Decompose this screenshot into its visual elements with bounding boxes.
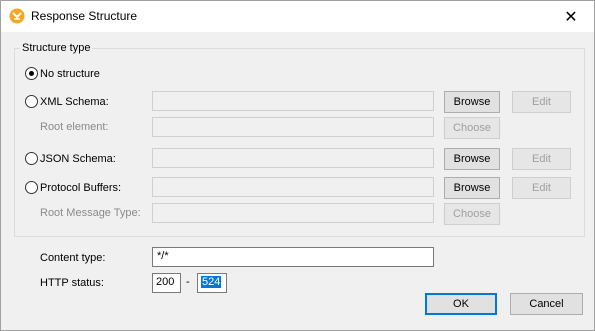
root-element-choose-button[interactable]: Choose <box>444 117 500 139</box>
radio-protocol-buffers[interactable]: Protocol Buffers: <box>25 181 121 194</box>
window-title: Response Structure <box>31 9 138 23</box>
http-status-separator: - <box>186 276 190 288</box>
root-element-label: Root element: <box>40 121 109 133</box>
radio-label: No structure <box>40 67 100 80</box>
http-status-to-value: 524 <box>201 276 222 288</box>
cancel-button[interactable]: Cancel <box>510 293 583 315</box>
protobuf-browse-button[interactable]: Browse <box>444 177 500 199</box>
protobuf-path-field <box>152 177 434 197</box>
radio-label: Protocol Buffers: <box>40 181 122 194</box>
json-browse-button[interactable]: Browse <box>444 148 500 170</box>
content-type-input[interactable]: */* <box>152 247 434 267</box>
json-schema-path-field <box>152 148 434 168</box>
root-message-type-label: Root Message Type: <box>40 207 141 219</box>
radio-button-icon[interactable] <box>25 95 38 108</box>
radio-button-icon[interactable] <box>25 67 38 80</box>
altova-app-icon <box>9 8 25 24</box>
xml-browse-button[interactable]: Browse <box>444 91 500 113</box>
root-element-field <box>152 117 434 137</box>
close-icon[interactable]: ✕ <box>548 1 594 32</box>
title-bar: Response Structure ✕ <box>1 1 594 32</box>
http-status-from-input[interactable]: 200 <box>152 273 181 293</box>
radio-json-schema[interactable]: JSON Schema: <box>25 152 116 165</box>
xml-edit-button[interactable]: Edit <box>512 91 571 113</box>
radio-xml-schema[interactable]: XML Schema: <box>25 95 109 108</box>
radio-label: JSON Schema: <box>40 152 116 165</box>
http-status-to-input[interactable]: 524 <box>197 273 227 293</box>
http-status-label: HTTP status: <box>40 277 104 289</box>
content-type-label: Content type: <box>40 252 106 264</box>
radio-button-icon[interactable] <box>25 181 38 194</box>
ok-button[interactable]: OK <box>425 293 497 315</box>
radio-no-structure[interactable]: No structure <box>25 67 100 80</box>
root-message-type-field <box>152 203 434 223</box>
radio-label: XML Schema: <box>40 95 109 108</box>
structure-type-legend: Structure type <box>20 42 93 54</box>
protobuf-edit-button[interactable]: Edit <box>512 177 571 199</box>
response-structure-dialog: Response Structure ✕ Structure type No s… <box>0 0 595 331</box>
radio-button-icon[interactable] <box>25 152 38 165</box>
root-message-choose-button[interactable]: Choose <box>444 203 500 225</box>
json-edit-button[interactable]: Edit <box>512 148 571 170</box>
xml-schema-path-field <box>152 91 434 111</box>
